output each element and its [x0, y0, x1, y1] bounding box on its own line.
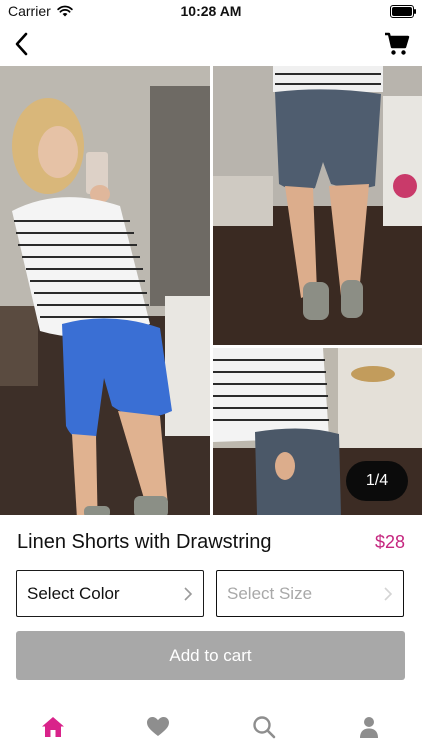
- nav-bar: [0, 22, 422, 66]
- tab-home[interactable]: [0, 704, 106, 750]
- product-gallery[interactable]: 1/4: [0, 66, 422, 515]
- product-photo-main[interactable]: [0, 66, 210, 515]
- product-title: Linen Shorts with Drawstring: [17, 531, 272, 553]
- chevron-right-icon: [184, 586, 193, 601]
- back-button[interactable]: [8, 30, 36, 58]
- tab-favorites[interactable]: [106, 704, 212, 750]
- chevron-left-icon: [15, 32, 28, 56]
- tab-bar: [0, 704, 422, 750]
- search-icon: [253, 716, 276, 739]
- chevron-right-icon: [384, 586, 393, 601]
- select-color-label: Select Color: [27, 583, 120, 603]
- status-bar: Carrier 10:28 AM: [0, 0, 422, 22]
- tab-search[interactable]: [211, 704, 317, 750]
- select-size-dropdown[interactable]: Select Size: [216, 570, 404, 617]
- cart-button[interactable]: [382, 30, 412, 58]
- gallery-page-indicator: 1/4: [346, 461, 408, 501]
- add-to-cart-button[interactable]: Add to cart: [16, 631, 405, 680]
- description-preview: [17, 692, 407, 702]
- select-size-label: Select Size: [227, 583, 313, 603]
- profile-icon: [360, 717, 379, 738]
- status-time: 10:28 AM: [180, 3, 242, 19]
- select-color-dropdown[interactable]: Select Color: [16, 570, 204, 617]
- product-photo-secondary-1[interactable]: [213, 66, 422, 345]
- shopping-cart-icon: [385, 32, 410, 55]
- product-price: $28: [374, 532, 405, 552]
- battery-level: [392, 7, 412, 16]
- heart-icon: [147, 717, 170, 736]
- battery-icon: [390, 5, 416, 18]
- tab-profile[interactable]: [317, 704, 422, 750]
- home-icon: [41, 717, 64, 737]
